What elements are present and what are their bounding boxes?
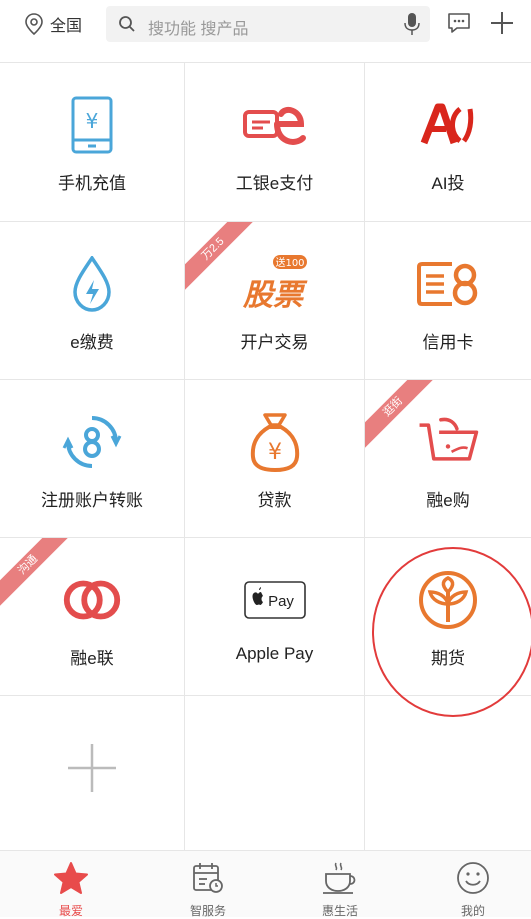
grid-item-e-shop[interactable]: 逛街 融e购 xyxy=(365,380,531,538)
grid-item-apple-pay[interactable]: Pay Apple Pay xyxy=(185,538,364,696)
grid-item-stock-account[interactable]: 万2.5 送100 股票 开户交易 xyxy=(185,222,364,380)
coffee-icon xyxy=(323,862,356,894)
stock-icon-text: 股票 xyxy=(242,278,308,313)
apple-pay-icon-text: Pay xyxy=(268,593,294,610)
bottom-tab-bar: 最爱 智服务 惠生活 我的 xyxy=(0,850,531,918)
grid-item-label: 工银e支付 xyxy=(235,174,314,193)
loan-bag-icon: ¥ xyxy=(250,413,299,473)
grid-item-add[interactable] xyxy=(0,696,184,854)
search-icon xyxy=(119,16,135,32)
function-grid: ¥ 手机充值 工银e支付 AI投 e缴费 万2.5 送100 股票 开户交易 信… xyxy=(0,63,531,850)
grid-item-e-payment[interactable]: e缴费 xyxy=(0,222,184,380)
grid-item-label: 注册账户转账 xyxy=(41,491,143,510)
tab-favorites[interactable]: 最爱 xyxy=(5,851,137,918)
calendar-icon xyxy=(193,863,223,893)
microphone-icon[interactable] xyxy=(404,12,420,36)
grid-item-transfer[interactable]: 注册账户转账 xyxy=(0,380,184,538)
ai-invest-icon xyxy=(420,103,474,145)
tab-label: 智服务 xyxy=(189,904,226,918)
location-pin-icon xyxy=(25,13,43,35)
tab-mine[interactable]: 我的 xyxy=(407,851,531,918)
grid-item-loan[interactable]: ¥ 贷款 xyxy=(185,380,364,538)
transfer-icon xyxy=(62,416,122,468)
phone-topup-icon: ¥ xyxy=(71,96,113,154)
add-icon xyxy=(68,744,116,792)
tab-life[interactable]: 惠生活 xyxy=(274,851,406,918)
grid-item-e-link[interactable]: 沟通 融e联 xyxy=(0,538,184,696)
svg-text:¥: ¥ xyxy=(86,109,99,133)
location-label: 全国 xyxy=(50,18,83,35)
search-bar[interactable]: 搜功能 搜产品 xyxy=(106,6,430,42)
svg-text:¥: ¥ xyxy=(268,440,282,465)
smile-icon xyxy=(457,862,489,894)
icbc-epay-icon xyxy=(242,106,306,145)
tab-label: 惠生活 xyxy=(321,904,358,918)
credit-card-icon xyxy=(417,262,478,306)
grid-item-label: Apple Pay xyxy=(235,644,314,663)
search-placeholder: 搜功能 搜产品 xyxy=(148,21,249,38)
top-bar: 全国 搜功能 搜产品 xyxy=(0,0,531,52)
grid-item-label: e缴费 xyxy=(70,333,114,352)
grid-item-phone-topup[interactable]: ¥ 手机充值 xyxy=(0,63,184,221)
stock-badge: 送100 xyxy=(275,256,304,269)
location-selector[interactable]: 全国 xyxy=(24,10,82,38)
plus-icon[interactable] xyxy=(487,8,517,38)
tab-smart-service[interactable]: 智服务 xyxy=(142,851,274,918)
chat-rings-icon xyxy=(63,580,121,620)
futures-leaf-icon xyxy=(419,571,477,629)
grid-item-label: 信用卡 xyxy=(422,333,474,352)
tab-label: 最爱 xyxy=(58,904,83,918)
tab-label: 我的 xyxy=(460,904,485,918)
apple-pay-icon: Pay xyxy=(243,581,306,619)
grid-item-label: 开户交易 xyxy=(240,333,309,352)
water-bill-icon xyxy=(73,256,111,312)
grid-item-label: AI投 xyxy=(431,174,465,193)
grid-item-label: 手机充值 xyxy=(58,174,126,193)
grid-item-label: 融e购 xyxy=(426,491,470,510)
message-icon[interactable] xyxy=(446,10,472,36)
grid-item-icbc-epay[interactable]: 工银e支付 xyxy=(185,63,364,221)
grid-item-label: 融e联 xyxy=(70,649,114,668)
star-icon xyxy=(54,862,88,894)
shopping-cart-icon xyxy=(419,417,479,461)
grid-item-ai-invest[interactable]: AI投 xyxy=(365,63,531,221)
grid-item-label: 期货 xyxy=(431,649,465,668)
grid-item-label: 贷款 xyxy=(257,491,292,510)
grid-item-futures[interactable]: 期货 xyxy=(365,538,531,696)
grid-item-credit-card[interactable]: 信用卡 xyxy=(365,222,531,380)
stock-account-icon: 送100 股票 xyxy=(242,255,308,313)
